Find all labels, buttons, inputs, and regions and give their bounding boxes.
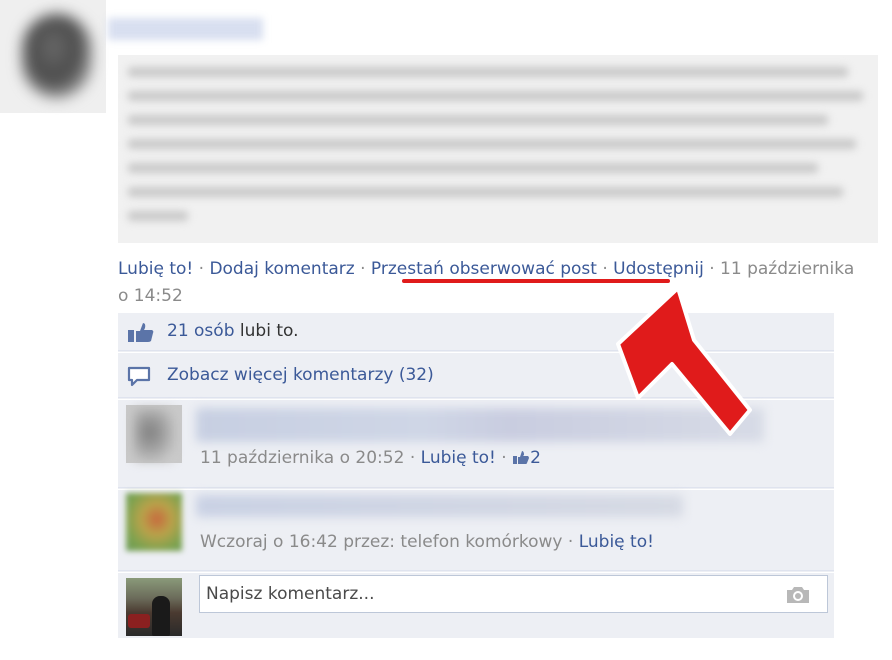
share-link[interactable]: Udostępnij	[613, 259, 704, 279]
commenter-avatar[interactable]	[126, 405, 182, 463]
view-more-comments-link[interactable]: Zobacz więcej komentarzy (32)	[167, 365, 434, 385]
separator: ·	[360, 259, 366, 279]
separator: ·	[198, 259, 205, 279]
separator: ·	[501, 448, 507, 468]
likes-suffix: lubi to.	[239, 321, 299, 341]
comment-item: Wczoraj o 16:42 przez: telefon komórkowy…	[118, 489, 834, 571]
comment-meta: Wczoraj o 16:42 przez: telefon komórkowy…	[200, 532, 654, 552]
unfollow-post-link[interactable]: Przestań obserwować post	[371, 259, 597, 279]
comment-bubble-icon	[127, 366, 153, 392]
author-avatar[interactable]	[0, 0, 106, 113]
comment-composer	[118, 572, 834, 638]
camera-icon[interactable]	[785, 585, 811, 609]
like-thumb-icon	[512, 450, 530, 470]
comment-like-link[interactable]: Lubię to!	[579, 532, 654, 552]
comment-input[interactable]	[199, 575, 828, 613]
separator: ·	[602, 259, 608, 279]
comment-like-count[interactable]: 2	[512, 448, 541, 468]
current-user-avatar[interactable]	[126, 578, 182, 636]
annotation-arrow-icon	[616, 286, 752, 436]
like-link[interactable]: Lubię to!	[118, 259, 193, 279]
separator: ·	[709, 259, 715, 279]
comment-text-redacted	[196, 495, 683, 517]
likes-count-link[interactable]: 21 osób	[167, 321, 235, 341]
comment-like-count-value: 2	[530, 448, 541, 468]
separator: ·	[409, 448, 416, 468]
comment-like-link[interactable]: Lubię to!	[421, 448, 496, 468]
separator: ·	[567, 532, 574, 552]
like-thumb-icon	[127, 321, 155, 347]
author-name-redacted[interactable]	[108, 18, 263, 40]
post-body-redacted	[118, 55, 878, 243]
comment-timestamp[interactable]: Wczoraj o 16:42 przez: telefon komórkowy	[200, 532, 563, 552]
commenter-avatar[interactable]	[126, 493, 182, 551]
comment-timestamp[interactable]: 11 października o 20:52	[200, 448, 404, 468]
add-comment-link[interactable]: Dodaj komentarz	[209, 259, 354, 279]
comment-meta: 11 października o 20:52 · Lubię to! · 2	[200, 448, 541, 470]
